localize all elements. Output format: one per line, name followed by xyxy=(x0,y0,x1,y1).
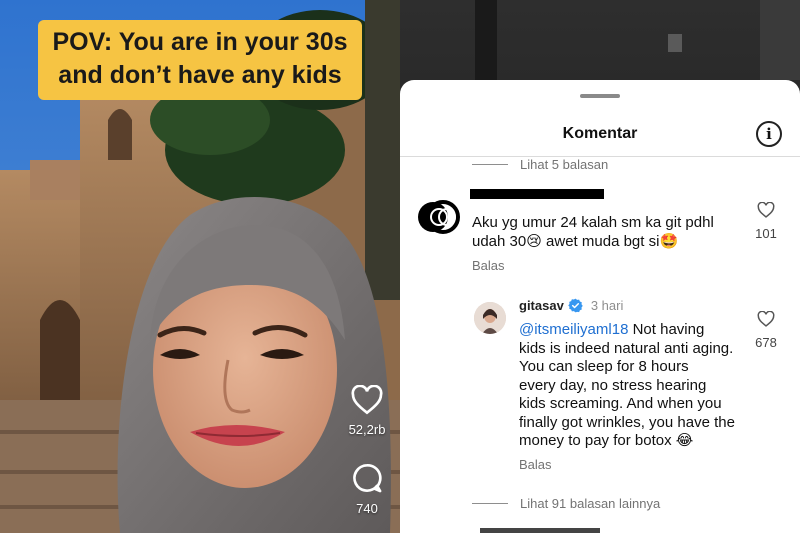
info-icon[interactable]: i xyxy=(756,121,782,147)
view-more-replies-toggle[interactable]: Lihat 91 balasan lainnya xyxy=(472,495,660,511)
comments-sheet: Komentar i Lihat 5 balasan Aku yg umur 2… xyxy=(400,80,800,533)
video-frame[interactable]: POV: You are in your 30s and don’t have … xyxy=(0,0,400,533)
comment-line-1: Aku yg umur 24 kalah sm ka git pdhl xyxy=(472,214,714,231)
mention-link[interactable]: @itsmeiliyaml18 xyxy=(519,321,628,338)
reply-line-last: money to pay for botox 😂 xyxy=(519,432,749,451)
next-comment-cut-off xyxy=(480,528,600,533)
toggle-line xyxy=(472,163,508,165)
view-replies-label: Lihat 5 balasan xyxy=(520,156,609,172)
reply-line: You can sleep for 8 hours xyxy=(519,358,689,375)
reply-line: kids screaming. And when you xyxy=(519,395,722,412)
reply-username[interactable]: gitasav xyxy=(519,298,564,313)
reply-line-first: @itsmeiliyaml18 Not having xyxy=(519,321,749,340)
star-eyes-emoji: 🤩 xyxy=(659,232,679,250)
comment-text-before-emoji: udah 30 xyxy=(472,232,527,250)
reply-like-count: 678 xyxy=(755,335,777,350)
reply-timestamp: 3 hari xyxy=(590,298,624,313)
comment-like-count: 101 xyxy=(755,226,777,241)
commenter-avatar[interactable] xyxy=(417,196,463,238)
caption-line-2: and don’t have any kids xyxy=(58,61,342,89)
sheet-title: Komentar xyxy=(562,125,638,142)
comment-line-2: udah 30😢 awet muda bgt si🤩 xyxy=(472,233,752,252)
reply-line: every day, no stress hearing xyxy=(519,376,707,394)
comment-reply-button[interactable]: Balas xyxy=(472,258,505,273)
avatar-rings-icon xyxy=(418,200,460,234)
heart-outline-icon xyxy=(757,201,775,218)
like-count: 52,2rb xyxy=(348,422,386,437)
comment-bubble-icon xyxy=(353,464,382,493)
reply-text-first: Not having xyxy=(628,321,705,338)
reply-reply-button[interactable]: Balas xyxy=(519,457,552,472)
background-decor xyxy=(475,0,800,80)
heart-icon xyxy=(351,384,383,415)
toggle-line xyxy=(472,502,508,504)
reply-avatar[interactable] xyxy=(474,302,506,334)
laughing-emoji: 😂 xyxy=(675,432,694,449)
reply-like-button[interactable]: 678 xyxy=(748,310,784,350)
profile-photo-icon xyxy=(474,302,506,334)
comment-count: 740 xyxy=(356,501,378,516)
redacted-username xyxy=(470,189,604,199)
reply-line: finally got wrinkles, you have the xyxy=(519,413,735,431)
comment-button[interactable]: 740 xyxy=(340,462,394,516)
view-replies-toggle[interactable]: Lihat 5 balasan xyxy=(472,156,608,172)
reply-line: kids is indeed natural anti aging. xyxy=(519,339,734,357)
sheet-drag-handle[interactable] xyxy=(580,94,620,98)
comment-text: Aku yg umur 24 kalah sm ka git pdhl udah… xyxy=(472,214,752,251)
reply-header: gitasav 3 hari xyxy=(519,298,623,313)
video-caption: POV: You are in your 30s and don’t have … xyxy=(38,20,362,100)
comment-text-after-emoji: awet muda bgt si xyxy=(541,232,660,250)
reply-text: @itsmeiliyaml18 Not having kids is indee… xyxy=(519,321,749,451)
comment-like-button[interactable]: 101 xyxy=(748,201,784,241)
heart-outline-icon xyxy=(757,310,775,327)
view-more-replies-label: Lihat 91 balasan lainnya xyxy=(520,495,661,511)
crying-emoji: 😢 xyxy=(526,232,542,250)
reply-text-last: money to pay for botox xyxy=(519,432,676,449)
caption-line-1: POV: You are in your 30s xyxy=(52,28,348,56)
like-button[interactable]: 52,2rb xyxy=(340,384,394,437)
verified-badge-icon xyxy=(568,298,583,313)
